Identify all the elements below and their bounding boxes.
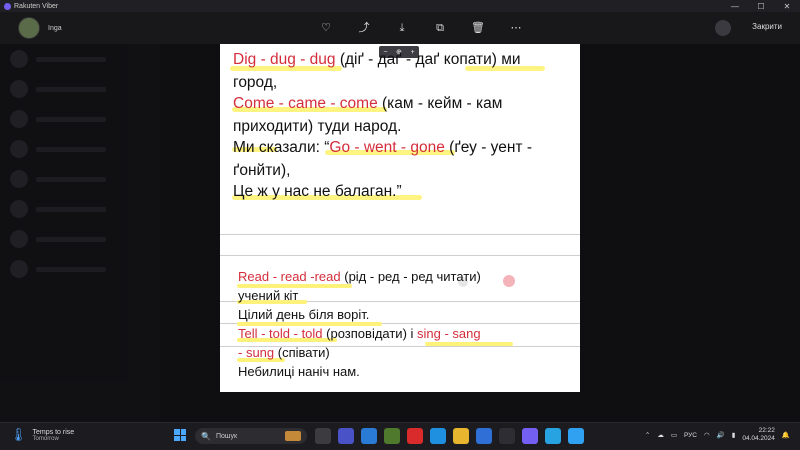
close-viewer-button[interactable]: Закрити [752,22,782,31]
weather-widget[interactable]: 🌡 Temps to rise Tomorrow [10,427,74,443]
poem-line-4: приходити) туди народ. [233,118,402,135]
notifications-icon[interactable]: 🔔 [782,431,790,439]
avatar[interactable] [18,17,40,39]
maximize-button[interactable]: ☐ [748,2,774,11]
edge-icon[interactable] [430,428,446,444]
poem-line-6: ґонйти), [233,162,291,179]
system-tray: ⌃ ☁ ▭ РУС ◠ 🔊 ▮ 22:22 04.04.2024 🔔 [645,427,790,443]
volume-icon[interactable]: 🔊 [717,431,725,439]
list-item [0,254,160,284]
window-title: Rakuten Viber [14,2,59,10]
viber-icon[interactable] [522,428,538,444]
list-item [0,74,160,104]
poem-line-3: Come - came - come (кам - кейм - кам [233,95,503,112]
like-icon[interactable]: ♡ [318,20,334,36]
store-icon[interactable] [476,428,492,444]
divider [220,255,580,256]
more-icon[interactable]: ⋯ [508,20,524,36]
teams-icon[interactable] [338,428,354,444]
wifi-icon[interactable]: ◠ [704,431,710,439]
start-button[interactable] [174,429,186,441]
sender-name: Inga [48,24,62,32]
title-bar: Rakuten Viber — ☐ ✕ [0,0,800,12]
word-icon[interactable] [361,428,377,444]
lower-line-1: Read - read -read (рід - ред - ред читат… [238,269,481,284]
media-viewer-toolbar: Inga ♡ ⤴ ⤓ ⧉ 🗑 ⋯ Закрити [0,12,800,44]
image-canvas[interactable]: − ⊕ + Dig - dug - dug (діґ - даґ - даґ к… [220,44,580,392]
search-icon: 🔍 [201,431,211,441]
download-icon[interactable]: ⤓ [394,20,410,36]
list-item [0,194,160,224]
list-item [0,224,160,254]
taskbar-search[interactable]: 🔍 Пошук [195,428,307,444]
power-icon[interactable]: ▮ [732,431,736,439]
lower-line-2: учений кіт [238,288,299,303]
lower-line-3: Цілий день біля воріт. [238,307,370,322]
lower-line-5: - sung (співати) [238,345,330,360]
lower-line-6: Небилиці наніч нам. [238,364,360,379]
poem-line-7: Це ж у нас не балаган.” [233,183,402,200]
clock-date: 04.04.2024 [742,435,775,442]
opera-icon[interactable] [407,428,423,444]
close-window-button[interactable]: ✕ [774,2,800,11]
share-icon[interactable]: ⤴ [356,20,372,36]
chat-app-icon[interactable] [545,428,561,444]
list-item [0,134,160,164]
minimize-button[interactable]: — [722,2,748,11]
search-highlight-icon [285,431,301,441]
cloud-icon[interactable]: ☁ [657,431,664,439]
delete-icon[interactable]: 🗑 [470,20,486,36]
search-placeholder: Пошук [215,432,238,440]
weather-line-1: Temps to rise [32,428,75,436]
clock-time: 22:22 [758,427,775,434]
thermometer-icon: 🌡 [10,427,27,442]
weather-line-2: Tomorrow [32,435,59,442]
clock[interactable]: 22:22 04.04.2024 [742,427,775,443]
list-item [0,44,160,74]
photos-icon[interactable] [568,428,584,444]
copy-icon[interactable]: ⧉ [432,20,448,36]
list-item [0,104,160,134]
taskbar: 🌡 Temps to rise Tomorrow 🔍 Пошук ⌃ ☁ ▭ Р… [0,422,800,450]
poem-line-5: Ми сказали: “Go - went - gone (ґеу - уен… [233,139,532,156]
poem-line-2: город, [233,74,278,91]
pinned-apps [315,428,584,444]
battery-icon[interactable]: ▭ [671,431,677,439]
viber-logo-icon [4,2,11,10]
task-view-icon[interactable] [315,428,331,444]
divider [220,234,580,235]
notes-icon[interactable] [499,428,515,444]
chevron-up-icon[interactable]: ⌃ [645,431,650,439]
list-item [0,164,160,194]
file-explorer-icon[interactable] [453,428,469,444]
background-chat-list [0,44,160,422]
lower-line-4: Tell - told - told (розповідати) і sing … [238,326,481,341]
poem-line-1: Dig - dug - dug (діґ - даґ - даґ копати)… [233,51,521,68]
minecraft-icon[interactable] [384,428,400,444]
pen-dot-mark [503,275,515,287]
contact-avatar-icon[interactable] [715,20,731,36]
language-indicator[interactable]: РУС [684,432,697,439]
